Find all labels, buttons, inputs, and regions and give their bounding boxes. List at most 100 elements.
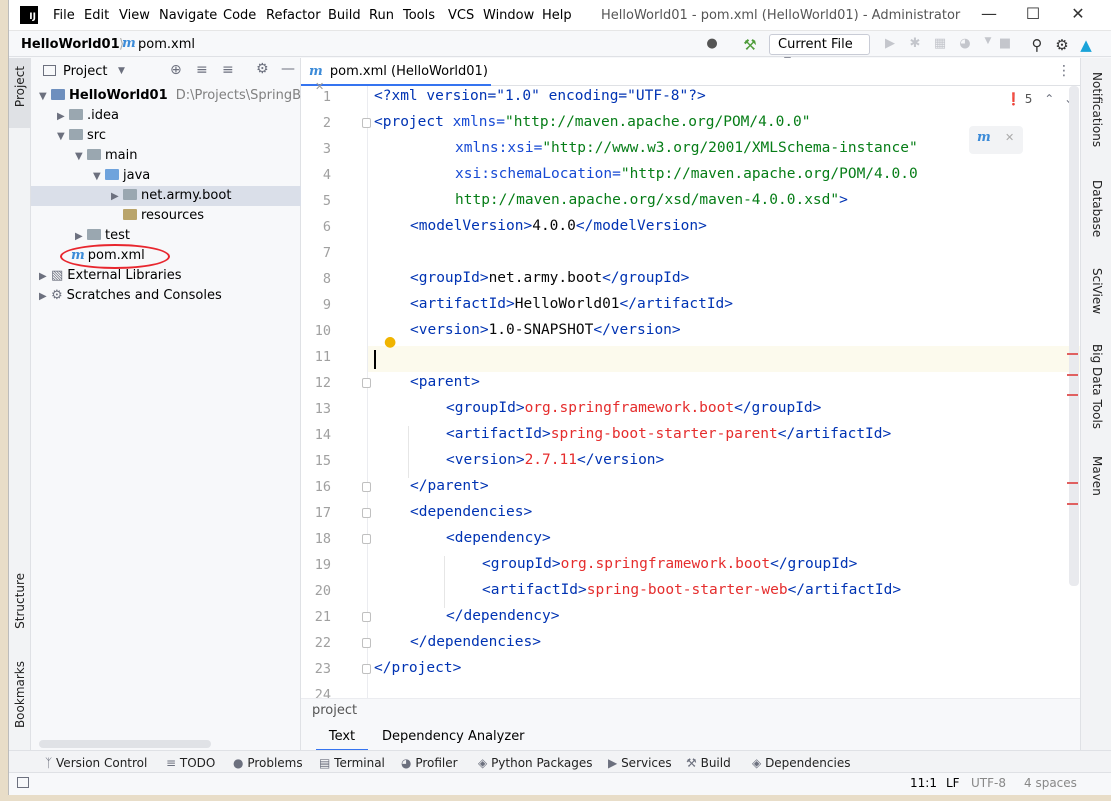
tool-version-control[interactable]: ᛉ Version Control (45, 756, 147, 770)
menu-refactor[interactable]: Refactor (266, 8, 321, 23)
breadcrumb-file[interactable]: pom.xml (138, 37, 195, 52)
vertical-scrollbar[interactable] (1069, 86, 1079, 586)
menu-window[interactable]: Window (483, 8, 534, 23)
chevron-down-icon[interactable]: ▼ (118, 66, 125, 76)
tree-item-test[interactable]: ▶ test (75, 226, 130, 246)
tool-terminal[interactable]: ▤ Terminal (319, 756, 385, 770)
tree-item-project-root[interactable]: ▼ HelloWorld01 D:\Projects\SpringBoot\ (39, 86, 326, 106)
tool-profiler[interactable]: ◕ Profiler (401, 756, 458, 770)
notifications-tool-button[interactable]: Notifications (1090, 72, 1104, 151)
module-folder-icon (51, 89, 65, 100)
tool-problems[interactable]: ● Problems (233, 756, 303, 770)
tool-todo[interactable]: ≡ TODO (166, 756, 215, 770)
coverage-icon[interactable]: ▦ (931, 36, 949, 54)
menu-build[interactable]: Build (328, 8, 361, 23)
sciview-tool-button[interactable]: SciView (1090, 268, 1104, 318)
indent-setting[interactable]: 4 spaces (1024, 776, 1077, 790)
tree-item-src[interactable]: ▼ src (57, 126, 106, 146)
tool-services[interactable]: ▶ Services (608, 756, 672, 770)
run-configuration-select[interactable]: Current File ▼ (769, 34, 870, 66)
big-data-tools-button[interactable]: Big Data Tools (1090, 344, 1111, 433)
gear-icon[interactable]: ⚙ (1053, 36, 1071, 54)
tool-dependencies[interactable]: ◈ Dependencies (752, 756, 850, 770)
line-separator[interactable]: LF (946, 776, 960, 790)
menu-edit[interactable]: Edit (84, 8, 109, 23)
tree-item-idea[interactable]: ▶ .idea (57, 106, 119, 126)
terminal-icon: ▤ (319, 756, 331, 770)
menu-file[interactable]: File (53, 8, 75, 23)
build-hammer-icon[interactable]: ⚒ (741, 36, 759, 54)
hide-panel-icon[interactable]: — (281, 61, 295, 77)
menu-vcs[interactable]: VCS (448, 8, 474, 23)
code-line-12: <parent> (410, 374, 480, 390)
menu-help[interactable]: Help (542, 8, 572, 23)
error-stripe-mark[interactable] (1067, 374, 1078, 376)
menu-run[interactable]: Run (369, 8, 394, 23)
chevron-down-icon: ▼ (75, 151, 83, 162)
tab-text[interactable]: Text (316, 725, 368, 751)
user-icon[interactable]: ● (703, 36, 721, 54)
select-opened-file-icon[interactable]: ⊕ (170, 62, 182, 78)
tree-item-main[interactable]: ▼ main (75, 146, 137, 166)
fold-marker-icon[interactable] (362, 508, 371, 518)
menu-navigate[interactable]: Navigate (159, 8, 217, 23)
services-icon: ▶ (608, 756, 618, 770)
tree-item-external-libraries[interactable]: ▶ ▧ External Libraries (39, 266, 182, 286)
error-stripe-mark[interactable] (1067, 353, 1078, 355)
tool-build[interactable]: ⚒ Build (686, 756, 731, 770)
menu-code[interactable]: Code (223, 8, 256, 23)
plugin-logo-icon[interactable]: ▲ (1077, 36, 1095, 54)
fold-marker-icon[interactable] (362, 664, 371, 674)
menu-view[interactable]: View (119, 8, 150, 23)
fold-marker-icon[interactable] (362, 638, 371, 648)
tree-item-java[interactable]: ▼ java (93, 166, 150, 186)
error-stripe-mark[interactable] (1067, 503, 1078, 505)
profile-icon[interactable]: ◕ (956, 36, 974, 54)
menu-tools[interactable]: Tools (403, 8, 435, 23)
project-panel: Project ▼ ⊕ ≡ ≡ ⚙ — ▼ HelloWorld01 D:\Pro… (31, 58, 326, 750)
fold-marker-icon[interactable] (362, 118, 371, 128)
tree-item-resources[interactable]: resources (111, 206, 204, 226)
fold-marker-icon[interactable] (362, 378, 371, 388)
xml-breadcrumb[interactable]: project (312, 703, 357, 718)
project-tool-button[interactable]: Project (9, 58, 31, 128)
run-icon[interactable]: ▶ (881, 36, 899, 54)
error-stripe-mark[interactable] (1067, 394, 1078, 396)
expand-all-icon[interactable]: ≡ (196, 62, 208, 78)
gear-icon[interactable]: ⚙ (256, 61, 269, 77)
maven-tool-button[interactable]: Maven (1090, 456, 1104, 500)
breadcrumb-project[interactable]: HelloWorld01 (21, 37, 120, 52)
debug-icon[interactable]: ✱ (906, 36, 924, 54)
collapse-all-icon[interactable]: ≡ (222, 62, 234, 78)
tab-dependency-analyzer[interactable]: Dependency Analyzer (382, 729, 525, 744)
fold-marker-icon[interactable] (362, 612, 371, 622)
stop-icon[interactable]: ■ (996, 36, 1014, 54)
code-line-5: http://maven.apache.org/xsd/maven-4.0.0.… (455, 192, 848, 208)
project-view-selector[interactable]: Project (63, 64, 107, 79)
file-encoding[interactable]: UTF-8 (971, 776, 1006, 790)
more-run-chevron-icon[interactable]: ▼ (979, 36, 997, 54)
minimize-icon[interactable]: — (975, 4, 1003, 26)
tool-python-packages[interactable]: ◈ Python Packages (478, 756, 592, 770)
toggle-tool-windows-icon[interactable] (17, 777, 29, 788)
line-number: 22 (314, 635, 331, 651)
tree-item-package[interactable]: ▶ net.army.boot (31, 186, 301, 206)
search-icon[interactable]: ⚲ (1028, 36, 1046, 54)
more-options-icon[interactable]: ⋮ (1057, 63, 1071, 79)
maximize-icon[interactable]: ☐ (1019, 4, 1047, 26)
horizontal-scrollbar[interactable] (39, 740, 211, 748)
code-line-3: xmlns:xsi="http://www.w3.org/2001/XMLSch… (455, 140, 918, 156)
database-tool-button[interactable]: Database (1090, 180, 1104, 241)
folder-icon (69, 129, 83, 140)
code-area[interactable]: 1 2 3 4 5 6 7 8 9 10 11 12 13 14 15 16 1… (301, 86, 1080, 698)
structure-tool-button[interactable]: Structure (13, 573, 27, 633)
caret-position[interactable]: 11:1 (910, 776, 937, 790)
fold-marker-icon[interactable] (362, 534, 371, 544)
vcs-icon: ᛉ (45, 756, 53, 770)
fold-marker-icon[interactable] (362, 482, 371, 492)
tree-item-scratches[interactable]: ▶ ⚙ Scratches and Consoles (39, 286, 222, 306)
editor-tab-pom[interactable]: m pom.xml (HelloWorld01) ✕ (301, 58, 491, 93)
bookmarks-tool-button[interactable]: Bookmarks (13, 661, 27, 732)
close-icon[interactable]: ✕ (1064, 4, 1092, 26)
error-stripe-mark[interactable] (1067, 482, 1078, 484)
